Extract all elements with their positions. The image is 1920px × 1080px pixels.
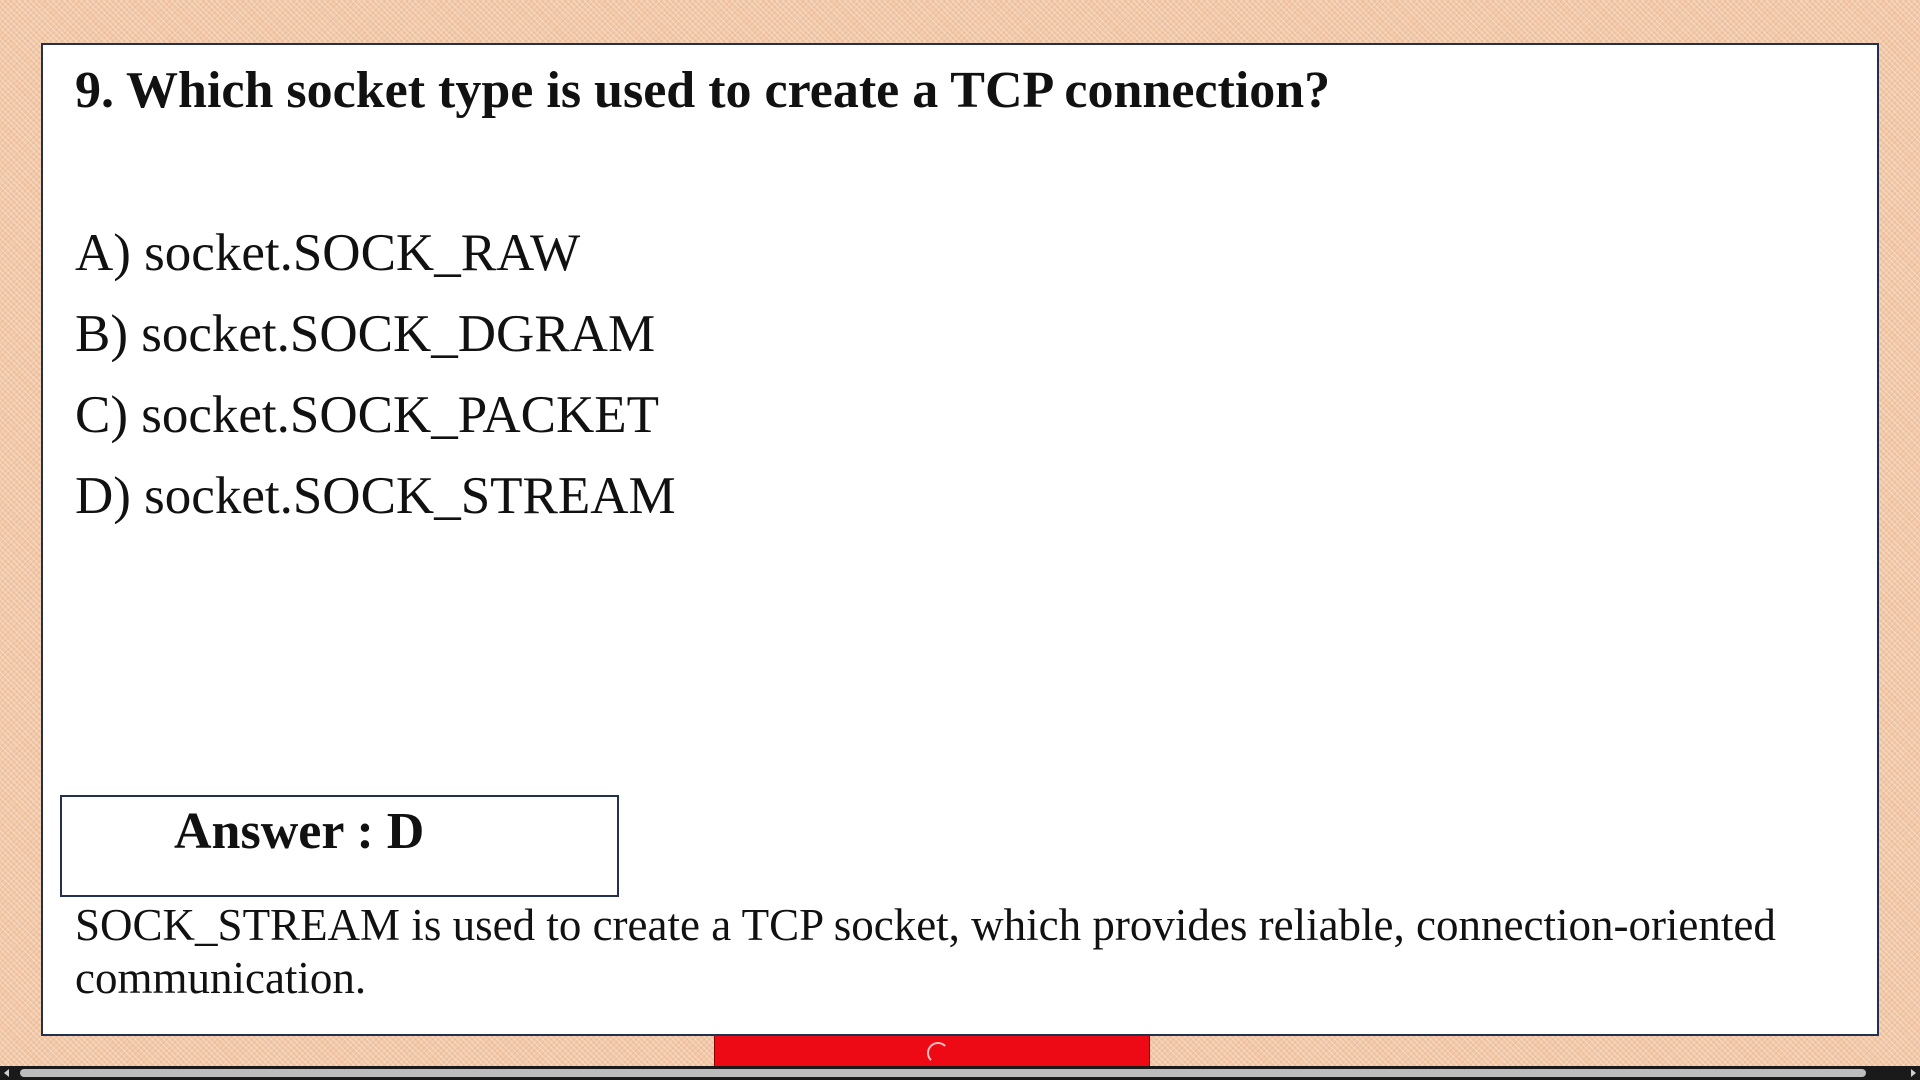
answer-box: Answer : D (60, 795, 619, 897)
horizontal-scrollbar[interactable] (0, 1066, 1920, 1080)
answer-explanation: SOCK_STREAM is used to create a TCP sock… (75, 900, 1776, 1003)
option-c: C) socket.SOCK_PACKET (75, 386, 660, 444)
option-d: D) socket.SOCK_STREAM (75, 467, 676, 525)
scroll-left-arrow-icon[interactable] (4, 1069, 9, 1077)
scroll-right-arrow-icon[interactable] (1911, 1069, 1916, 1077)
question-title: 9. Which socket type is used to create a… (75, 62, 1331, 119)
loading-spinner-icon (927, 1042, 949, 1064)
scrollbar-thumb[interactable] (20, 1069, 1866, 1077)
option-a: A) socket.SOCK_RAW (75, 224, 581, 282)
answer-label: Answer : D (174, 803, 425, 860)
video-overlay-tab[interactable] (714, 1036, 1150, 1066)
option-b: B) socket.SOCK_DGRAM (75, 305, 656, 363)
options-list: A) socket.SOCK_RAW B) socket.SOCK_DGRAM … (75, 213, 676, 537)
slide: 9. Which socket type is used to create a… (41, 43, 1879, 1036)
